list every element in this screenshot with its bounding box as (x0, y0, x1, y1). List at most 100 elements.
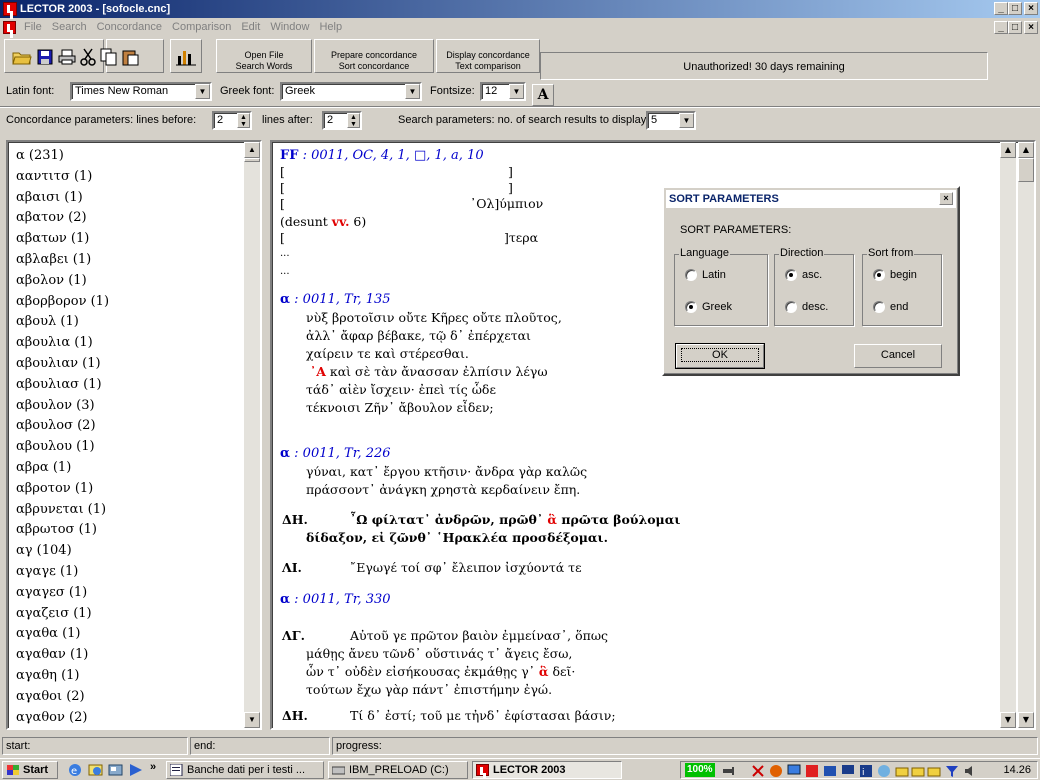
task-banche-dati[interactable]: Banche dati per i testi ... (166, 761, 324, 779)
start-button[interactable]: Start (2, 761, 58, 779)
results-count-select[interactable]: 5 ▼ (646, 111, 696, 130)
radio-ascending[interactable]: asc. (785, 269, 822, 281)
word-list-item[interactable]: αγαγε (1) (16, 562, 260, 583)
folder-icon[interactable] (911, 764, 925, 777)
doc-minimize-button[interactable]: _ (994, 21, 1008, 34)
outer-scrollbar[interactable]: ▲ ▼ (1018, 142, 1034, 728)
word-list-item[interactable]: αγαθαν (1) (16, 645, 260, 666)
clover-icon[interactable] (769, 764, 783, 777)
text-comparison-button[interactable]: Text comparison (436, 61, 540, 72)
print-icon[interactable] (57, 47, 77, 67)
word-list-item[interactable]: αγ (104) (16, 541, 260, 562)
antivirus-icon[interactable] (751, 764, 765, 777)
word-list-item[interactable]: αβροτον (1) (16, 479, 260, 500)
word-list-scrollbar[interactable]: ▲ ▼ (244, 142, 260, 728)
prepare-concordance-button[interactable]: Prepare concordance (314, 50, 434, 61)
greek-font-select[interactable]: Greek ▼ (280, 82, 422, 101)
doc-close-button[interactable]: × (1024, 21, 1038, 34)
lector-app-icon[interactable] (3, 2, 17, 16)
word-list-item[interactable]: αβρα (1) (16, 458, 260, 479)
open-file-button[interactable]: Open File (216, 50, 312, 61)
ibm-icon[interactable]: i (859, 764, 873, 777)
radio-begin[interactable]: begin (873, 269, 917, 281)
monitor-icon[interactable] (787, 764, 801, 777)
word-list-item[interactable]: αγαθα (1) (16, 624, 260, 645)
display-icon[interactable] (841, 764, 855, 777)
display-concordance-button[interactable]: Display concordance (436, 50, 540, 61)
latin-font-select[interactable]: Times New Roman ▼ (70, 82, 212, 101)
task-lector-2003[interactable]: LECTOR 2003 (472, 761, 622, 779)
scroll-up-icon[interactable]: ▲ (1018, 142, 1034, 158)
chevron-down-icon[interactable]: ▼ (405, 84, 420, 99)
word-list-item[interactable]: αγαθον (2) (16, 708, 260, 728)
zoom-indicator[interactable]: 100% (685, 763, 715, 777)
reference-header[interactable]: α : 0011, Tr, 226 (280, 446, 391, 461)
word-list[interactable]: α (231) ααντιτσ (1) αβαισι (1) αβατον (2) αβ… (6, 140, 262, 730)
word-list-item[interactable]: αγαγεσ (1) (16, 583, 260, 604)
outlook-express-icon[interactable] (88, 763, 103, 777)
radio-icon[interactable] (873, 301, 885, 313)
tablet-icon[interactable] (823, 764, 837, 777)
word-list-item[interactable]: αγαθοι (2) (16, 687, 260, 708)
menu-help[interactable]: Help (314, 21, 347, 33)
cut-scissors-icon[interactable] (78, 47, 98, 67)
internet-explorer-icon[interactable]: e (68, 763, 83, 777)
menu-file[interactable]: File (19, 21, 47, 33)
radio-icon[interactable] (785, 301, 797, 313)
menu-edit[interactable]: Edit (236, 21, 265, 33)
filter-icon[interactable] (945, 764, 959, 777)
word-list-item[interactable]: αβουλιασ (1) (16, 375, 260, 396)
spinner-arrows-icon[interactable]: ▲ ▼ (237, 113, 250, 128)
lines-before-spinner[interactable]: 2 ▲ ▼ (212, 111, 252, 130)
chevron-down-icon[interactable]: ▼ (509, 84, 524, 99)
fontsize-select[interactable]: 12 ▼ (480, 82, 526, 101)
dialog-close-icon[interactable]: × (939, 192, 953, 205)
statistics-icon[interactable] (176, 47, 196, 67)
word-list-item[interactable]: αβρυνεται (1) (16, 500, 260, 521)
scroll-down-icon[interactable]: ▼ (1018, 712, 1034, 728)
menu-concordance[interactable]: Concordance (92, 21, 167, 33)
radio-greek[interactable]: Greek (685, 301, 732, 313)
word-list-item[interactable]: αβουλον (3) (16, 396, 260, 417)
word-list-item[interactable]: αβουλια (1) (16, 333, 260, 354)
doc-maximize-button[interactable]: □ (1008, 21, 1022, 34)
reference-header[interactable]: α : 0011, Tr, 135 (280, 292, 391, 307)
word-list-item[interactable]: ααντιτσ (1) (16, 167, 260, 188)
menu-search[interactable]: Search (47, 21, 92, 33)
word-list-item[interactable]: αβουλου (1) (16, 437, 260, 458)
word-list-item[interactable]: αβολον (1) (16, 271, 260, 292)
word-list-item[interactable]: αβατων (1) (16, 229, 260, 250)
word-list-item[interactable]: α (231) (16, 146, 260, 167)
copy-icon[interactable] (99, 47, 119, 67)
word-list-item[interactable]: αβουλοσ (2) (16, 416, 260, 437)
help-globe-icon[interactable] (877, 764, 891, 777)
show-desktop-icon[interactable] (108, 763, 123, 777)
folder-icon[interactable] (927, 764, 941, 777)
save-disk-icon[interactable] (35, 47, 55, 67)
word-list-item[interactable]: αβαισι (1) (16, 188, 260, 209)
speaker-icon[interactable] (963, 764, 977, 777)
document-icon[interactable] (3, 20, 16, 34)
text-panel-scrollbar[interactable]: ▲ ▼ (1000, 142, 1016, 728)
close-button[interactable]: × (1024, 2, 1038, 15)
scroll-down-icon[interactable]: ▼ (244, 712, 260, 728)
spinner-arrows-icon[interactable]: ▲ ▼ (347, 113, 360, 128)
scroll-thumb[interactable] (244, 158, 260, 162)
radio-icon[interactable] (685, 269, 697, 281)
bold-font-button[interactable]: A (532, 84, 554, 106)
reference-header[interactable]: FF : 0011, OC, 4, 1, □, 1, a, 10 (280, 148, 484, 163)
word-list-item[interactable]: αβατον (2) (16, 208, 260, 229)
menu-comparison[interactable]: Comparison (167, 21, 236, 33)
maximize-button[interactable]: □ (1008, 2, 1022, 15)
network-plug-icon[interactable] (721, 764, 735, 777)
folder-icon[interactable] (895, 764, 909, 777)
word-list-item[interactable]: αγαθη (1) (16, 666, 260, 687)
word-list-item[interactable]: αγαθοσ (2) (16, 728, 260, 730)
chevron-down-icon[interactable]: ▼ (195, 84, 210, 99)
radio-descending[interactable]: desc. (785, 301, 828, 313)
paste-icon[interactable] (121, 47, 141, 67)
sort-concordance-button[interactable]: Sort concordance (314, 61, 434, 72)
scroll-down-icon[interactable]: ▼ (1000, 712, 1016, 728)
quicklaunch-more-icon[interactable]: » (150, 761, 156, 773)
chevron-down-icon[interactable]: ▼ (679, 113, 694, 128)
